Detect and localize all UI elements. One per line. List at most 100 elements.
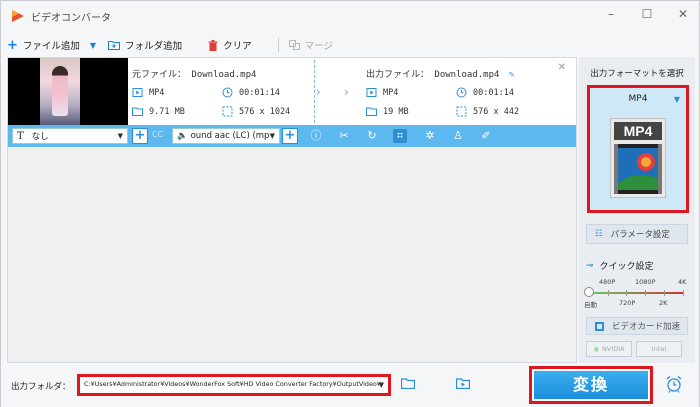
rotate-icon[interactable]: ↻ (365, 129, 379, 143)
browse-folder-icon[interactable] (401, 378, 415, 389)
file-list-area: 元ファイル： Download.mp4 MP4 00:01:14 9.71 MB… (7, 57, 577, 363)
watermark-icon[interactable]: ♙ (451, 129, 465, 143)
video-file-icon (366, 88, 377, 97)
chevron-down-icon: ▼ (378, 381, 384, 389)
plus-icon: + (7, 37, 18, 53)
file-item[interactable]: 元ファイル： Download.mp4 MP4 00:01:14 9.71 MB… (8, 58, 576, 125)
folder-icon (132, 107, 143, 116)
remove-file-icon[interactable]: ✕ (558, 62, 566, 73)
add-folder-button[interactable]: フォルダ追加 (108, 38, 182, 52)
crop-icon[interactable]: ⌗ (393, 129, 407, 143)
resolution-icon (222, 106, 233, 117)
add-audio-button[interactable]: + (282, 128, 298, 144)
audio-track-select[interactable]: 🔈 ound aac (LC) (mp ▼ (172, 128, 280, 144)
info-icon[interactable]: ⓘ (309, 129, 323, 143)
effects-icon[interactable]: ✲ (423, 129, 437, 143)
quality-slider-knob[interactable] (584, 287, 594, 297)
source-size: 9.71 MB (132, 106, 185, 117)
edit-toolbar: T なし ▼ + CC 🔈 ound aac (LC) (mp ▼ + ⓘ ✂ … (8, 125, 576, 147)
source-format: MP4 (132, 87, 164, 98)
quick-settings-icon: ⊸ (586, 260, 594, 271)
selected-format-name: MP4 (628, 94, 648, 104)
thumbnail-person (52, 66, 68, 116)
clock-icon (456, 87, 467, 98)
quality-label-2k: 2K (659, 299, 668, 307)
clear-button[interactable]: クリア (208, 38, 252, 52)
merge-label: マージ (304, 41, 333, 52)
arrow-right-icon: › (344, 85, 349, 99)
nvidia-logo-icon: ◉ (593, 345, 600, 353)
format-panel: 出力フォーマットを選択 MP4 ▼ MP4 ☷ パラメータ設定 ⊸ クイック設定… (579, 57, 695, 363)
edit-subtitle-icon[interactable]: ✐ (479, 129, 493, 143)
slider-tick (626, 290, 627, 296)
quality-label-480p: 480P (599, 278, 616, 286)
quality-label-auto: 自動 (584, 301, 597, 309)
subtitle-select[interactable]: T なし ▼ (12, 128, 128, 144)
alarm-clock-icon[interactable] (665, 375, 683, 393)
app-logo-icon (12, 10, 24, 22)
output-resolution: 576 x 442 (456, 106, 519, 117)
add-subtitle-button[interactable]: + (132, 128, 148, 144)
output-folder-label: 出力フォルダ： (11, 382, 71, 392)
resolution-icon (456, 106, 467, 117)
output-size: 19 MB (366, 106, 409, 117)
speaker-icon: 🔈 (177, 131, 188, 141)
output-format-selector[interactable]: MP4 ▼ MP4 (587, 85, 689, 213)
folder-add-icon (108, 41, 121, 50)
clock-icon (222, 87, 233, 98)
arrow-right-icon: › (316, 85, 321, 99)
chevron-down-icon: ▼ (673, 95, 680, 104)
gpu-acceleration-button[interactable]: ビデオカード加速 (586, 317, 688, 335)
slider-tick (683, 290, 684, 296)
sliders-icon: ☷ (595, 229, 603, 239)
source-duration: 00:01:14 (222, 87, 280, 98)
bottom-bar: 出力フォルダ： C:¥Users¥Administrator¥Videos¥Wo… (1, 363, 699, 407)
parameter-settings-button[interactable]: ☷ パラメータ設定 (586, 224, 688, 244)
cut-icon[interactable]: ✂ (337, 129, 351, 143)
output-duration: 00:01:14 (456, 87, 514, 98)
convert-button[interactable]: 変換 (534, 371, 648, 399)
video-thumbnail[interactable] (8, 58, 128, 125)
merge-icon (288, 40, 300, 50)
minimize-button[interactable]: – (603, 7, 619, 21)
cc-icon[interactable]: CC (152, 130, 163, 139)
mp4-format-icon: MP4 (610, 118, 666, 198)
quality-label-1080p: 1080P (635, 278, 656, 286)
toolbar-divider (277, 38, 279, 52)
window-controls: – ☐ ✕ (603, 7, 691, 21)
open-output-folder-icon[interactable] (456, 378, 470, 389)
text-icon: T (17, 130, 24, 142)
add-file-button[interactable]: + ファイル追加 ▼ (7, 38, 96, 53)
output-folder-path-select[interactable]: C:¥Users¥Administrator¥Videos¥WonderFox … (77, 374, 391, 396)
format-panel-title: 出力フォーマットを選択 (590, 69, 684, 79)
folder-icon (366, 107, 377, 116)
close-button[interactable]: ✕ (675, 7, 691, 21)
source-resolution: 576 x 1024 (222, 106, 290, 117)
output-folder-path: C:¥Users¥Administrator¥Videos¥WonderFox … (84, 380, 381, 388)
nvidia-badge: ◉ NVIDIA (586, 341, 632, 357)
output-file-title: 出力ファイル： Download.mp4 ✎ (366, 70, 515, 80)
add-file-label: ファイル追加 (22, 41, 80, 52)
edit-pencil-icon[interactable]: ✎ (509, 70, 514, 80)
quality-slider-track[interactable] (589, 292, 684, 294)
chevron-down-icon[interactable]: ▼ (90, 41, 96, 50)
app-window: ビデオコンバータ – ☐ ✕ + ファイル追加 ▼ フォルダ追加 クリア マージ… (0, 0, 700, 407)
quality-label-720p: 720P (619, 299, 636, 307)
chevron-down-icon: ▼ (117, 132, 123, 140)
output-format: MP4 (366, 87, 398, 98)
maximize-button[interactable]: ☐ (639, 7, 655, 21)
quick-settings-title: ⊸ クイック設定 (586, 260, 654, 273)
slider-tick (645, 290, 646, 296)
merge-button[interactable]: マージ (288, 38, 333, 52)
clear-label: クリア (223, 41, 252, 52)
intel-badge: Intel (636, 341, 682, 357)
title-bar: ビデオコンバータ – ☐ ✕ (1, 1, 699, 31)
video-file-icon (132, 88, 143, 97)
chevron-down-icon: ▼ (269, 132, 275, 140)
quality-label-4k: 4K (678, 278, 687, 286)
toolbar: + ファイル追加 ▼ フォルダ追加 クリア マージ (7, 33, 577, 57)
checkbox-icon (595, 321, 604, 331)
add-folder-label: フォルダ追加 (125, 41, 183, 52)
convert-button-highlight: 変換 (529, 366, 653, 404)
slider-tick (608, 290, 609, 296)
